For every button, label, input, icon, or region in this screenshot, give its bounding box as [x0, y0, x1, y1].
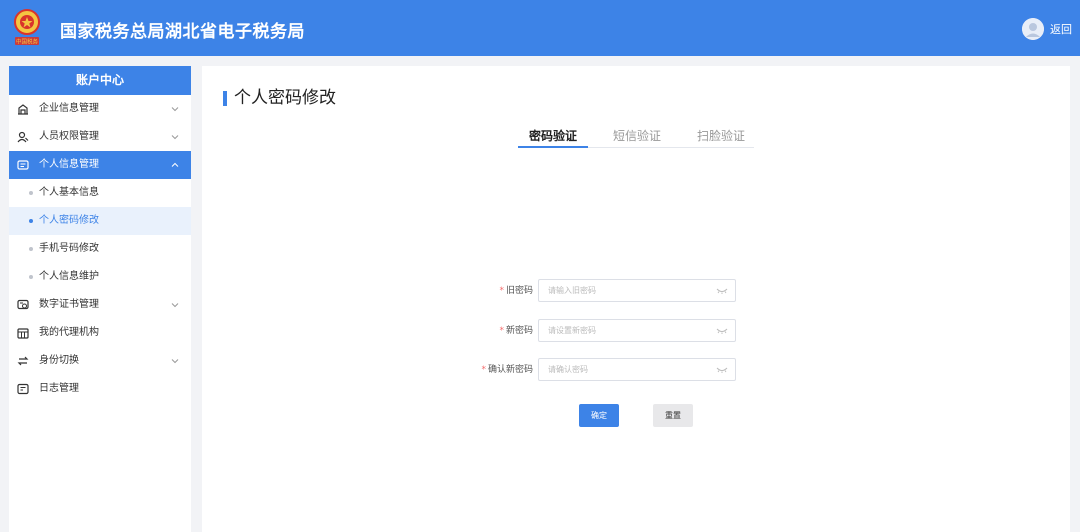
- sidebar-item-label: 数字证书管理: [39, 299, 99, 310]
- chevron-down-icon: [171, 107, 179, 112]
- sidebar-subitem-label: 个人信息维护: [39, 271, 99, 282]
- sidebar-header: 账户中心: [9, 66, 191, 95]
- sidebar-subitem-info-maintenance[interactable]: 个人信息维护: [9, 263, 191, 291]
- eye-closed-icon[interactable]: [716, 327, 728, 335]
- sidebar: 账户中心 企业信息管理 人员权限管理 个人信息管理 个人基本信息 个人密码修改 …: [9, 66, 191, 532]
- tax-emblem-icon: 中国税务: [14, 9, 40, 46]
- new-password-label: * 新密码: [499, 326, 533, 336]
- bullet-dot: [29, 247, 33, 251]
- confirm-button[interactable]: 确定: [579, 404, 619, 427]
- old-password-label: * 旧密码: [499, 286, 533, 296]
- user-permission-icon: [17, 131, 29, 143]
- old-password-field[interactable]: [538, 279, 736, 302]
- sidebar-item-personal-info[interactable]: 个人信息管理: [9, 151, 191, 179]
- user-avatar-icon[interactable]: [1022, 18, 1044, 40]
- active-tab-indicator: [518, 146, 588, 148]
- eye-closed-icon[interactable]: [716, 287, 728, 295]
- required-asterisk: *: [481, 365, 486, 375]
- sidebar-item-label: 我的代理机构: [39, 327, 99, 338]
- emblem-text: 中国税务: [16, 38, 39, 46]
- sidebar-item-label: 个人信息管理: [39, 159, 99, 170]
- sidebar-subitem-phone-change[interactable]: 手机号码修改: [9, 235, 191, 263]
- sidebar-item-my-agency[interactable]: 我的代理机构: [9, 319, 191, 347]
- switch-icon: [17, 356, 29, 366]
- agency-icon: [17, 328, 29, 339]
- sidebar-item-label: 人员权限管理: [39, 131, 99, 142]
- sidebar-item-label: 日志管理: [39, 383, 79, 394]
- page-title: 个人密码修改: [234, 88, 336, 108]
- building-icon: [18, 104, 28, 115]
- confirm-password-field[interactable]: [538, 358, 736, 381]
- tab-face-verify[interactable]: 扫脸验证: [697, 129, 745, 144]
- main-panel: 个人密码修改 密码验证 短信验证 扫脸验证 * 旧密码 * 新密码 * 确认新密码 确…: [202, 66, 1070, 532]
- eye-closed-icon[interactable]: [716, 366, 728, 374]
- sidebar-subitem-basic-info[interactable]: 个人基本信息: [9, 179, 191, 207]
- log-icon: [17, 383, 29, 395]
- sidebar-item-label: 企业信息管理: [39, 103, 99, 114]
- sidebar-subitem-password-change[interactable]: 个人密码修改: [9, 207, 191, 235]
- sidebar-item-label: 身份切换: [39, 355, 79, 366]
- sidebar-item-staff-permission[interactable]: 人员权限管理: [9, 123, 191, 151]
- sidebar-subitem-label: 个人基本信息: [39, 187, 99, 198]
- old-password-input[interactable]: [548, 283, 698, 298]
- sidebar-item-log-management[interactable]: 日志管理: [9, 375, 191, 403]
- sidebar-item-certificate[interactable]: 数字证书管理: [9, 291, 191, 319]
- new-password-input[interactable]: [548, 323, 698, 338]
- confirm-password-input[interactable]: [548, 362, 698, 377]
- sidebar-item-identity-switch[interactable]: 身份切换: [9, 347, 191, 375]
- chevron-down-icon: [171, 359, 179, 364]
- bullet-dot: [29, 275, 33, 279]
- reset-button[interactable]: 重置: [653, 404, 693, 427]
- app-title: 国家税务总局湖北省电子税务局: [60, 22, 305, 42]
- chevron-down-icon: [171, 303, 179, 308]
- profile-card-icon: [17, 160, 29, 170]
- required-asterisk: *: [499, 286, 504, 296]
- new-password-field[interactable]: [538, 319, 736, 342]
- top-bar: 中国税务 国家税务总局湖北省电子税务局 返回: [0, 0, 1080, 56]
- tab-sms-verify[interactable]: 短信验证: [613, 129, 661, 144]
- title-accent-bar: [223, 91, 227, 106]
- required-asterisk: *: [499, 326, 504, 336]
- back-link[interactable]: 返回: [1050, 21, 1072, 37]
- sidebar-subitem-label: 手机号码修改: [39, 243, 99, 254]
- chevron-down-icon: [171, 135, 179, 140]
- tab-password-verify[interactable]: 密码验证: [529, 129, 577, 144]
- bullet-dot: [29, 219, 33, 223]
- certificate-icon: [17, 299, 29, 310]
- chevron-up-icon: [171, 162, 179, 167]
- sidebar-subitem-label: 个人密码修改: [39, 215, 99, 226]
- confirm-password-label: * 确认新密码: [481, 365, 533, 375]
- sidebar-item-enterprise-info[interactable]: 企业信息管理: [9, 95, 191, 123]
- bullet-dot: [29, 191, 33, 195]
